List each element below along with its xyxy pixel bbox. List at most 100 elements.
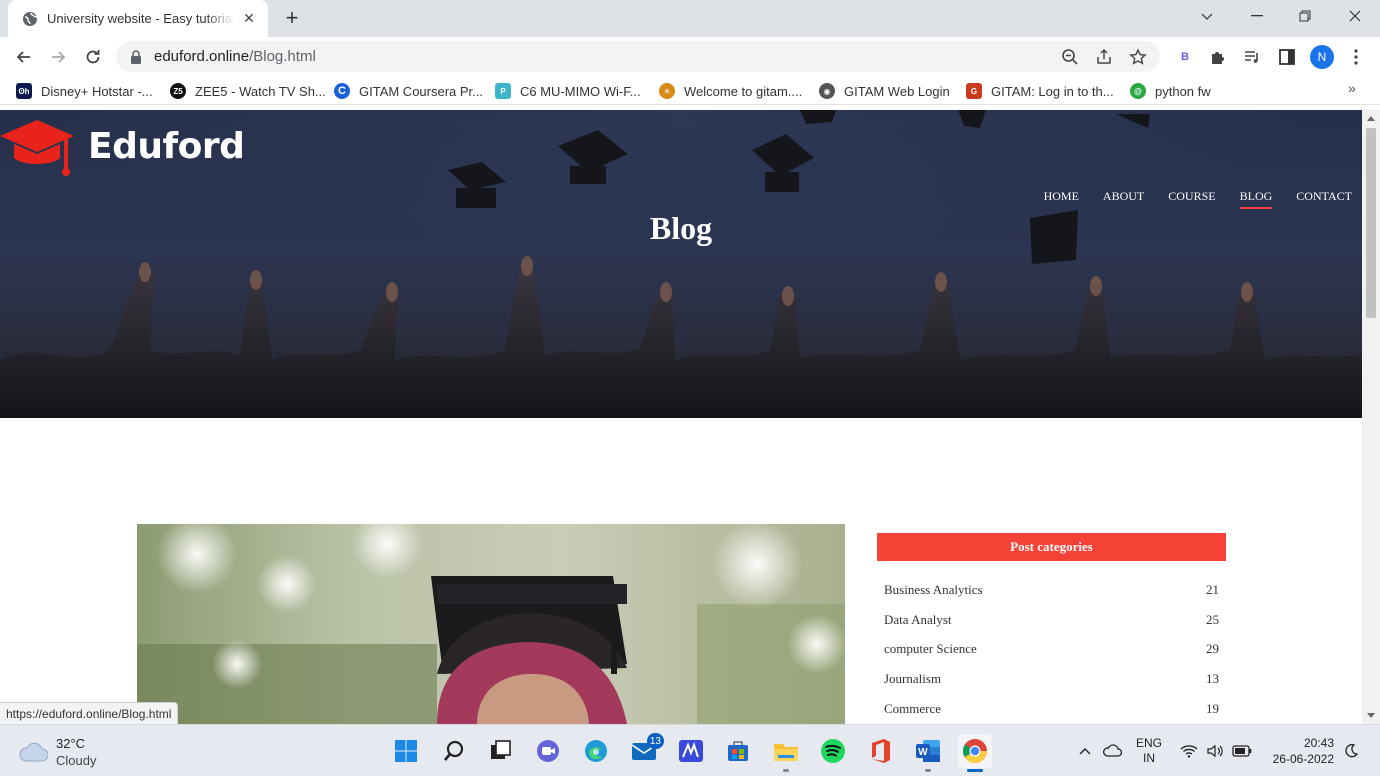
language-indicator[interactable]: ENG IN xyxy=(1136,725,1162,776)
bookmark-star-icon[interactable] xyxy=(1128,47,1148,67)
puzzle-icon[interactable] xyxy=(1207,46,1229,68)
category-name: Commerce xyxy=(884,700,942,716)
forward-button[interactable] xyxy=(44,43,72,71)
restore-window-button[interactable] xyxy=(1280,0,1330,32)
zoom-icon[interactable] xyxy=(1060,47,1080,67)
bookmark-item[interactable]: ◉ GITAM Web Login xyxy=(819,81,950,101)
category-item[interactable]: Data Analyst 25 xyxy=(877,605,1226,635)
arrow-right-icon xyxy=(52,51,66,63)
nav-contact[interactable]: CONTACT xyxy=(1296,189,1352,209)
category-name: Business Analytics xyxy=(884,581,983,597)
browser-tab[interactable]: University website - Easy tutorials ✕ xyxy=(8,0,268,37)
bookmark-item[interactable]: ʘh Disney+ Hotstar -... xyxy=(16,81,153,101)
store-button[interactable] xyxy=(724,737,752,765)
category-item[interactable]: computer Science 29 xyxy=(877,634,1226,664)
category-name: Data Analyst xyxy=(884,611,952,627)
chrome-button[interactable] xyxy=(958,734,992,768)
share-icon[interactable] xyxy=(1094,47,1114,67)
teams-chat-button[interactable] xyxy=(534,737,562,765)
post-categories-widget: Post categories Business Analytics 21 Dat… xyxy=(877,533,1226,723)
extension-b-icon[interactable]: B xyxy=(1174,46,1196,68)
clock[interactable]: 20:43 26-06-2022 xyxy=(1266,725,1334,776)
bookmark-label: Disney+ Hotstar -... xyxy=(41,83,153,99)
bookmark-label: GITAM: Log in to th... xyxy=(991,83,1114,99)
volume-tray[interactable] xyxy=(1207,725,1225,776)
nav-about[interactable]: ABOUT xyxy=(1103,189,1144,209)
show-hidden-icons-button[interactable] xyxy=(1078,725,1092,776)
bookmarks-overflow-icon[interactable]: » xyxy=(1348,80,1356,96)
tab-close-icon[interactable]: ✕ xyxy=(240,10,258,28)
m-app-icon xyxy=(679,740,703,762)
nav-home[interactable]: HOME xyxy=(1044,189,1079,209)
battery-tray[interactable] xyxy=(1232,725,1252,776)
bookmark-item[interactable]: ☀ Welcome to gitam.... xyxy=(659,81,802,101)
notifications-button[interactable] xyxy=(1344,725,1358,776)
bookmark-item[interactable]: @ python fw xyxy=(1130,81,1211,101)
category-count: 29 xyxy=(1206,641,1219,657)
task-view-button[interactable] xyxy=(487,737,515,765)
categories-list: Business Analytics 21 Data Analyst 25 comp… xyxy=(877,575,1226,723)
file-explorer-button[interactable] xyxy=(772,737,800,765)
onedrive-tray[interactable] xyxy=(1102,725,1122,776)
office-button[interactable] xyxy=(867,737,895,765)
bookmark-label: ZEE5 - Watch TV Sh... xyxy=(195,83,326,99)
bookmark-item[interactable]: Z5 ZEE5 - Watch TV Sh... xyxy=(170,81,326,101)
minimize-button[interactable] xyxy=(1182,0,1232,32)
hotstar-icon: ʘh xyxy=(16,83,32,99)
spotify-icon xyxy=(821,739,845,763)
nav-blog[interactable]: BLOG xyxy=(1239,189,1273,209)
spiral-icon: @ xyxy=(1130,83,1146,99)
bookmark-item[interactable]: P C6 MU-MIMO Wi-F... xyxy=(495,81,641,101)
category-item[interactable]: Business Analytics 21 xyxy=(877,575,1226,605)
category-item[interactable]: Commerce 19 xyxy=(877,694,1226,724)
page-scrollbar[interactable] xyxy=(1362,110,1380,724)
back-button[interactable] xyxy=(10,43,38,71)
graduate-photo xyxy=(137,524,845,724)
edge-button[interactable] xyxy=(582,737,610,765)
mail-unread-badge: 13 xyxy=(646,733,664,749)
search-button[interactable] xyxy=(440,737,468,765)
bookmark-item[interactable]: C GITAM Coursera Pr... xyxy=(334,81,483,101)
windows-start-icon xyxy=(395,740,417,762)
minimize-window-button[interactable] xyxy=(1232,0,1282,32)
language-code: ENG xyxy=(1136,736,1163,750)
spotify-button[interactable] xyxy=(819,737,847,765)
new-tab-button[interactable]: + xyxy=(280,5,304,30)
weather-description: Cloudy xyxy=(56,753,97,768)
weather-widget[interactable]: 32°C Cloudy xyxy=(18,735,96,769)
page-viewport: Eduford HOME ABOUT COURSE BLOG CONTACT B… xyxy=(0,110,1362,724)
bookmark-item[interactable]: G GITAM: Log in to th... xyxy=(966,81,1114,101)
address-bar[interactable]: eduford.online/Blog.html xyxy=(116,41,1160,72)
scroll-down-icon[interactable] xyxy=(1367,713,1375,718)
nav-course[interactable]: COURSE xyxy=(1168,189,1215,209)
app-button-m[interactable] xyxy=(677,737,705,765)
restore-icon xyxy=(1299,10,1311,22)
network-tray[interactable] xyxy=(1180,725,1198,776)
bookmark-label: C6 MU-MIMO Wi-F... xyxy=(520,83,641,99)
profile-avatar[interactable]: N xyxy=(1310,45,1334,69)
scroll-up-icon[interactable] xyxy=(1367,116,1375,121)
start-button[interactable] xyxy=(392,737,420,765)
chrome-active-indicator xyxy=(967,769,983,772)
close-icon xyxy=(1349,10,1361,22)
word-button[interactable]: W xyxy=(914,737,942,765)
mail-button[interactable]: 13 xyxy=(630,733,664,765)
category-count: 21 xyxy=(1206,581,1219,597)
bookmarks-bar: ʘh Disney+ Hotstar -... Z5 ZEE5 - Watch TV… xyxy=(0,76,1380,105)
media-queue-icon[interactable] xyxy=(1241,46,1263,68)
tab-title: University website - Easy tutorials xyxy=(47,11,234,26)
category-count: 13 xyxy=(1206,670,1219,686)
graduation-cap-icon xyxy=(0,120,74,176)
globe-icon xyxy=(23,11,38,26)
chevron-up-icon xyxy=(1079,748,1091,755)
side-panel-icon[interactable] xyxy=(1276,46,1298,68)
reload-button[interactable] xyxy=(79,43,107,71)
lock-icon xyxy=(131,49,141,64)
blog-post-image[interactable] xyxy=(137,524,845,724)
tplink-icon: P xyxy=(495,83,511,99)
site-logo[interactable]: Eduford xyxy=(0,114,245,178)
scrollbar-thumb[interactable] xyxy=(1366,128,1376,318)
close-window-button[interactable] xyxy=(1330,0,1380,32)
category-item[interactable]: Journalism 13 xyxy=(877,664,1226,694)
more-menu-icon[interactable] xyxy=(1345,46,1367,68)
